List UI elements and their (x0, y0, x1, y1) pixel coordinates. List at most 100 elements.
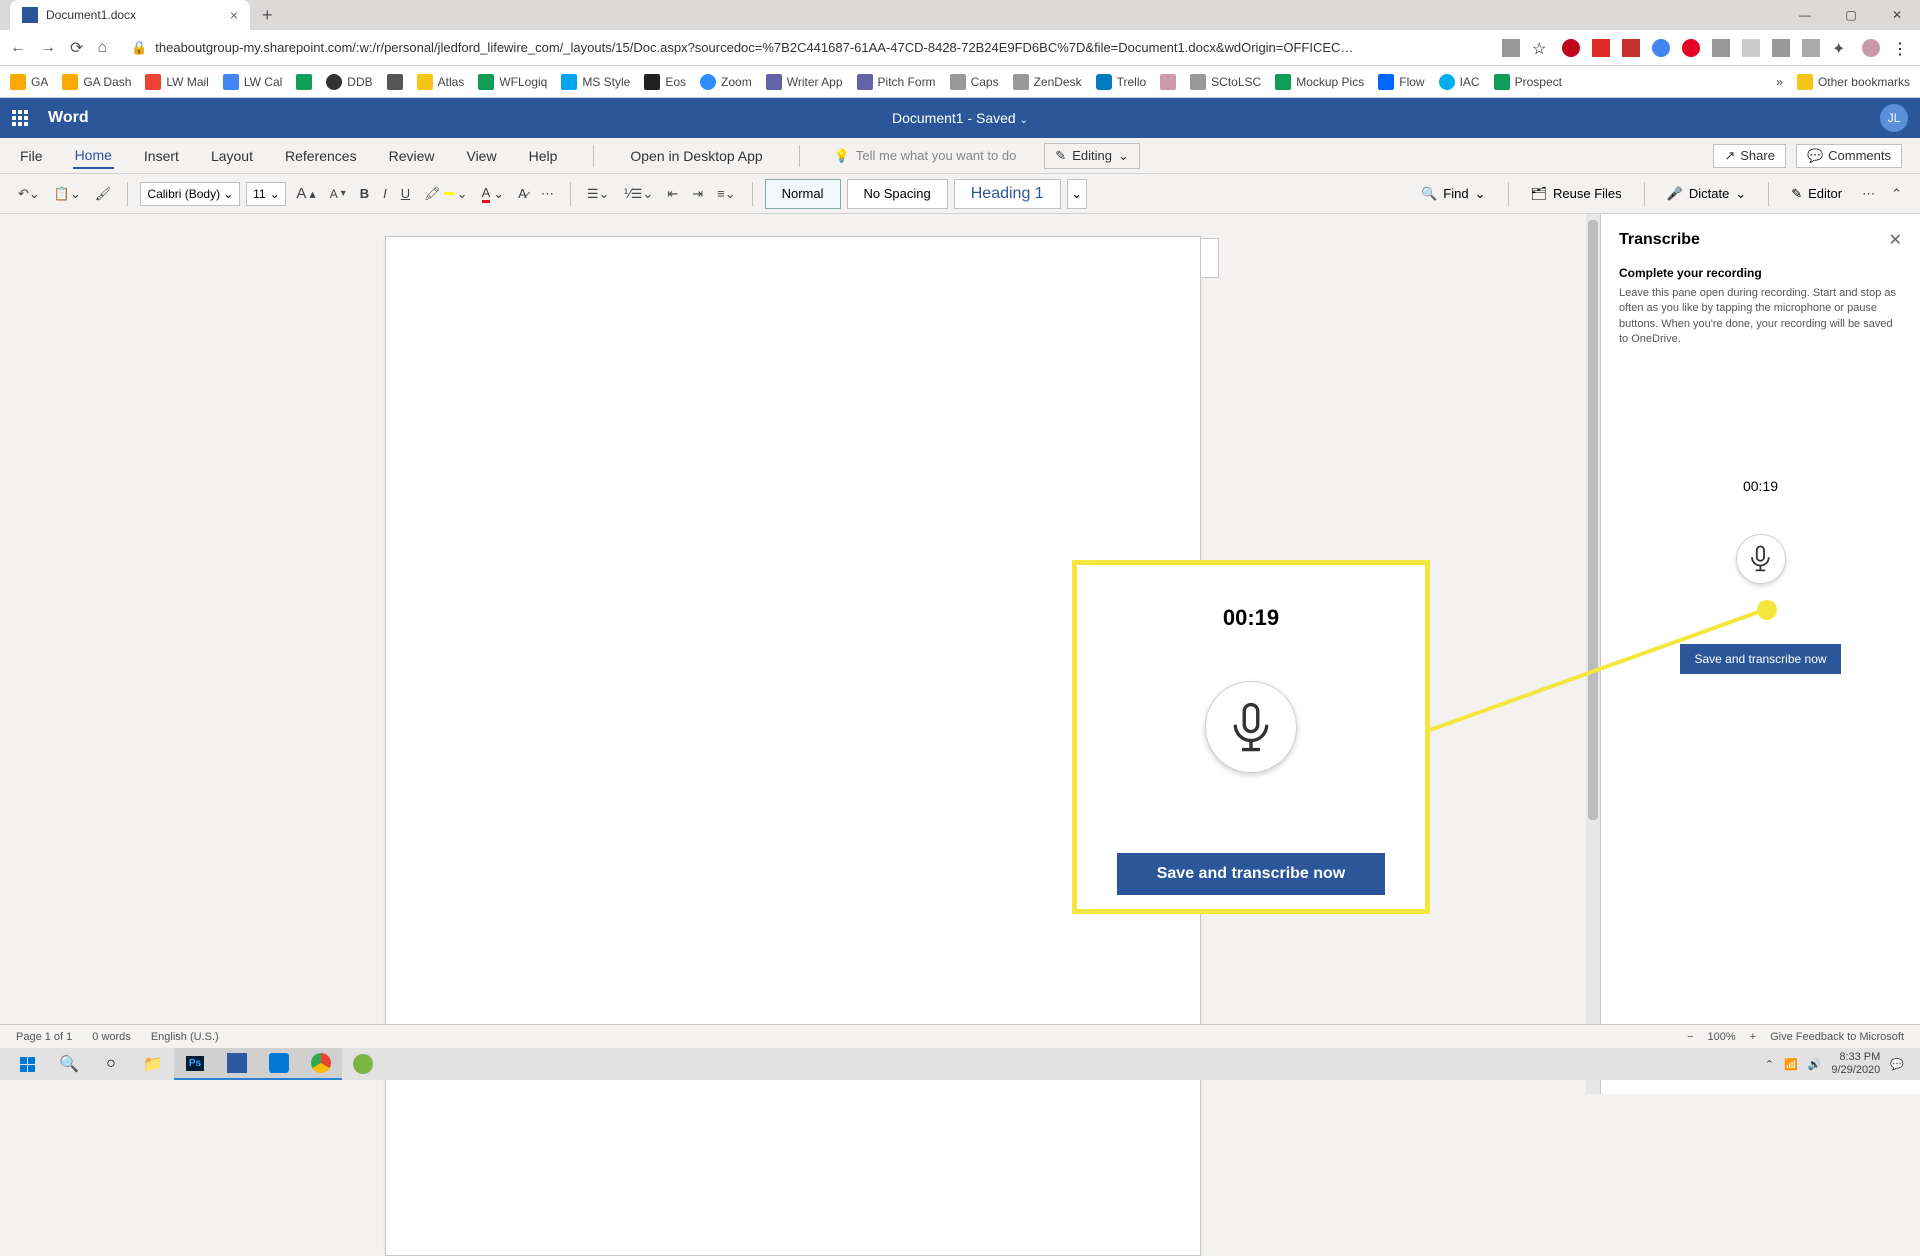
style-heading1[interactable]: Heading 1 (954, 179, 1061, 209)
editor-button[interactable]: ✎Editor (1783, 186, 1850, 202)
microphone-button[interactable] (1736, 534, 1786, 584)
bookmark-item[interactable]: Mockup Pics (1275, 74, 1364, 90)
bookmark-item[interactable]: DDB (326, 74, 372, 90)
callout-save-button[interactable]: Save and transcribe now (1117, 853, 1386, 895)
bookmark-item[interactable] (1160, 74, 1176, 90)
page-selection-handle[interactable] (1201, 238, 1219, 278)
system-tray[interactable]: ⌃ 📶 🔊 8:33 PM 9/29/2020 💬 (1765, 1051, 1914, 1077)
browser-menu-icon[interactable]: ⋮ (1892, 39, 1910, 57)
photoshop-taskbar[interactable]: Ps (174, 1048, 216, 1080)
bookmark-item[interactable]: Trello (1096, 74, 1147, 90)
open-desktop-app[interactable]: Open in Desktop App (628, 144, 764, 168)
ext-icon[interactable] (1772, 39, 1790, 57)
zoom-out-button[interactable]: − (1687, 1031, 1693, 1043)
share-button[interactable]: ↗Share (1713, 144, 1786, 168)
close-window-button[interactable]: ✕ (1874, 8, 1920, 22)
tab-review[interactable]: Review (387, 144, 437, 168)
font-color-button[interactable]: A⌄ (478, 183, 509, 205)
bold-button[interactable]: B (356, 184, 373, 203)
bookmark-item[interactable]: Eos (644, 74, 686, 90)
edge-taskbar[interactable] (258, 1048, 300, 1080)
flipboard-icon[interactable] (1592, 39, 1610, 57)
save-transcribe-button[interactable]: Save and transcribe now (1680, 644, 1840, 674)
bookmark-item[interactable] (387, 74, 403, 90)
close-pane-icon[interactable]: ✕ (1889, 230, 1902, 250)
clipboard-button[interactable]: 📋⌄ (50, 184, 85, 204)
tray-clock[interactable]: 8:33 PM 9/29/2020 (1831, 1051, 1880, 1077)
chrome-taskbar[interactable] (300, 1048, 342, 1080)
vertical-scrollbar[interactable] (1586, 214, 1600, 1094)
snagit-taskbar[interactable] (216, 1048, 258, 1080)
style-normal[interactable]: Normal (765, 179, 841, 209)
clear-formatting-button[interactable]: A̷ (514, 184, 531, 203)
underline-button[interactable]: U (397, 184, 414, 203)
user-avatar[interactable]: JL (1880, 104, 1908, 132)
more-font-options[interactable]: ⋯ (537, 184, 558, 204)
ext-icon[interactable] (1742, 39, 1760, 57)
bookmark-item[interactable]: GA (10, 74, 48, 90)
cortana-button[interactable]: ○ (90, 1048, 132, 1080)
back-button[interactable]: ← (10, 39, 26, 57)
italic-button[interactable]: I (379, 184, 391, 203)
bullets-button[interactable]: ☰⌄ (583, 184, 614, 204)
minimize-button[interactable]: — (1782, 8, 1828, 22)
dictate-button[interactable]: 🎤Dictate⌄ (1659, 186, 1755, 202)
tell-me-search[interactable]: 💡 Tell me what you want to do (834, 148, 1017, 164)
tab-help[interactable]: Help (527, 144, 560, 168)
pinterest-icon[interactable] (1562, 39, 1580, 57)
tray-volume-icon[interactable]: 🔊 (1808, 1058, 1822, 1071)
collapse-ribbon[interactable]: ⌃ (1887, 184, 1906, 204)
grow-font-button[interactable]: A▴ (292, 183, 319, 204)
tab-references[interactable]: References (283, 144, 359, 168)
bookmark-item[interactable]: Flow (1378, 74, 1424, 90)
align-button[interactable]: ≡⌄ (713, 184, 739, 204)
tray-chevron-icon[interactable]: ⌃ (1765, 1058, 1774, 1071)
reload-button[interactable]: ⟳ (70, 38, 83, 58)
word-count[interactable]: 0 words (92, 1031, 131, 1043)
home-button[interactable]: ⌂ (97, 39, 107, 57)
other-bookmarks[interactable]: Other bookmarks (1797, 74, 1910, 90)
bookmark-item[interactable]: GA Dash (62, 74, 131, 90)
font-size-select[interactable]: 11⌄ (246, 182, 286, 206)
bookmark-item[interactable] (296, 74, 312, 90)
style-no-spacing[interactable]: No Spacing (847, 179, 948, 209)
star-icon[interactable]: ☆ (1532, 39, 1550, 57)
new-tab-button[interactable]: + (262, 5, 273, 26)
bookmark-item[interactable]: Caps (950, 74, 999, 90)
bookmark-item[interactable]: IAC (1439, 74, 1480, 90)
bookmark-item[interactable]: Zoom (700, 74, 752, 90)
feedback-link[interactable]: Give Feedback to Microsoft (1770, 1031, 1904, 1043)
page-indicator[interactable]: Page 1 of 1 (16, 1031, 72, 1043)
document-title[interactable]: Document1 - Saved ⌄ (892, 110, 1028, 126)
bookmark-item[interactable]: Pitch Form (857, 74, 936, 90)
bookmark-item[interactable]: Writer App (766, 74, 843, 90)
bookmark-item[interactable]: Atlas (417, 74, 465, 90)
extensions-menu-icon[interactable]: ✦ (1832, 39, 1850, 57)
styles-dropdown[interactable]: ⌄ (1067, 179, 1087, 209)
undo-button[interactable]: ↶⌄ (14, 184, 44, 204)
zoom-in-button[interactable]: + (1750, 1031, 1756, 1043)
bookmark-item[interactable]: MS Style (561, 74, 630, 90)
bookmark-item[interactable]: Prospect (1494, 74, 1562, 90)
browser-tab[interactable]: Document1.docx × (10, 0, 250, 30)
shrink-font-button[interactable]: A▾ (326, 185, 350, 203)
ext-icon[interactable] (1502, 39, 1520, 57)
ext-icon[interactable] (1712, 39, 1730, 57)
app-taskbar[interactable] (342, 1048, 384, 1080)
highlight-button[interactable]: 🖍⌄ (420, 184, 471, 204)
bookmark-item[interactable]: LW Cal (223, 74, 282, 90)
bookmarks-overflow[interactable]: » (1776, 75, 1783, 89)
app-launcher-icon[interactable] (12, 110, 28, 126)
zoom-level[interactable]: 100% (1708, 1031, 1736, 1043)
decrease-indent-button[interactable]: ⇤ (663, 184, 682, 204)
editing-mode-dropdown[interactable]: ✎ Editing ⌄ (1044, 143, 1140, 169)
close-tab-icon[interactable]: × (230, 7, 238, 23)
pdf-icon[interactable] (1622, 39, 1640, 57)
tab-view[interactable]: View (464, 144, 498, 168)
tab-home[interactable]: Home (73, 143, 114, 169)
tray-network-icon[interactable]: 📶 (1784, 1058, 1798, 1071)
toolbar-overflow[interactable]: ⋯ (1858, 184, 1879, 204)
profile-avatar[interactable] (1862, 39, 1880, 57)
maximize-button[interactable]: ▢ (1828, 8, 1874, 22)
notifications-icon[interactable]: 💬 (1890, 1058, 1904, 1071)
